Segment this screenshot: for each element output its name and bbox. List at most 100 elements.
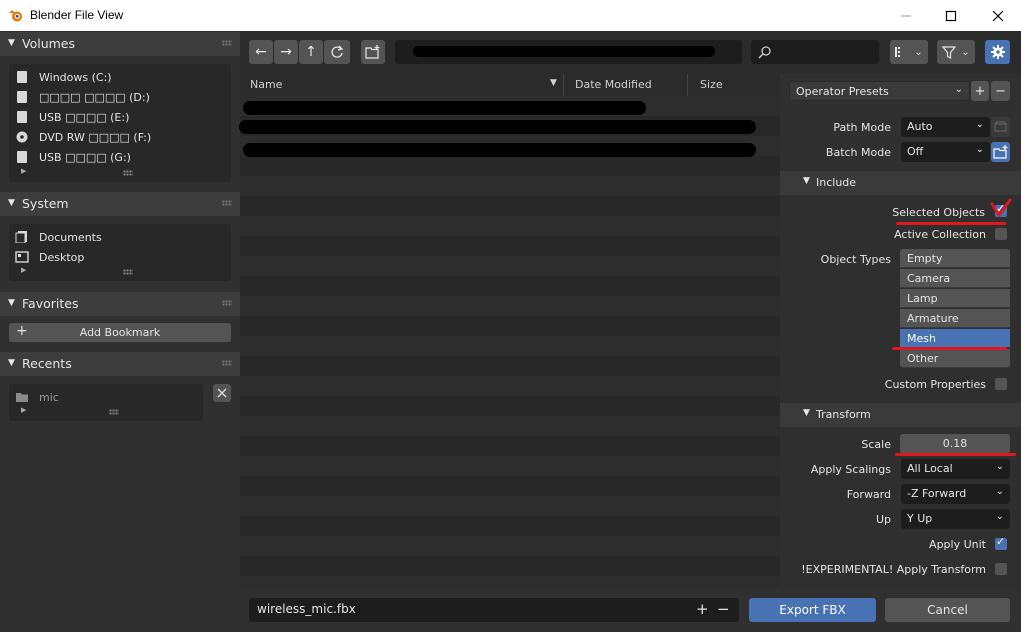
filter-dropdown[interactable]: ⌄ bbox=[937, 40, 975, 64]
up-value: Y Up bbox=[907, 512, 933, 525]
display-mode-dropdown[interactable]: ⌄ bbox=[890, 40, 928, 64]
new-folder-icon bbox=[365, 45, 380, 59]
recent-item-mic[interactable]: mic bbox=[15, 388, 59, 406]
chevron-down-icon: ⌄ bbox=[954, 84, 963, 95]
active-collection-checkbox[interactable] bbox=[995, 228, 1007, 240]
settings-toggle-button[interactable] bbox=[985, 40, 1010, 64]
resize-grip-icon[interactable] bbox=[123, 170, 133, 176]
minimize-icon bbox=[901, 15, 911, 16]
usb-drive-icon bbox=[17, 111, 27, 123]
folder-icon bbox=[16, 393, 28, 402]
batch-mode-dropdown[interactable]: Off ⌄ bbox=[901, 142, 990, 162]
embed-textures-toggle[interactable] bbox=[991, 117, 1010, 137]
sort-triangle-icon[interactable]: ▼ bbox=[550, 78, 557, 88]
volumes-panel-header[interactable]: ▼ Volumes bbox=[0, 32, 240, 56]
file-list[interactable] bbox=[239, 96, 780, 588]
filename-value: wireless_mic.fbx bbox=[257, 602, 356, 616]
resize-grip-icon[interactable] bbox=[109, 409, 119, 415]
collapse-triangle-icon: ▼ bbox=[8, 358, 15, 368]
desktop-icon bbox=[15, 251, 29, 263]
volume-item-g[interactable]: USB □□□□ (G:) bbox=[15, 148, 131, 166]
object-type-lamp[interactable]: Lamp bbox=[900, 289, 1010, 308]
object-type-armature[interactable]: Armature bbox=[900, 309, 1010, 328]
back-button[interactable]: ← bbox=[249, 40, 273, 64]
recents-list: mic ▶ bbox=[9, 384, 203, 421]
drag-grip-icon[interactable] bbox=[222, 200, 232, 206]
collapse-triangle-icon: ▼ bbox=[8, 198, 15, 208]
gear-icon bbox=[990, 45, 1005, 59]
maximize-button[interactable] bbox=[928, 0, 974, 31]
expand-triangle-icon[interactable]: ▶ bbox=[21, 266, 26, 274]
object-type-mesh[interactable]: Mesh bbox=[900, 329, 1010, 348]
forward-axis-dropdown[interactable]: -Z Forward ⌄ bbox=[901, 484, 1010, 504]
volumes-list: Windows (C:) □□□□ □□□□ (D:) USB □□□□ (E:… bbox=[9, 64, 231, 182]
object-type-camera[interactable]: Camera bbox=[900, 269, 1010, 288]
forward-button[interactable]: → bbox=[274, 40, 298, 64]
refresh-button[interactable] bbox=[324, 40, 350, 64]
apply-unit-checkbox[interactable] bbox=[995, 535, 1007, 550]
new-folder-icon bbox=[993, 145, 1008, 159]
custom-properties-checkbox[interactable] bbox=[995, 378, 1007, 390]
decrement-filename-button[interactable]: − bbox=[717, 600, 730, 618]
volume-item-e[interactable]: USB □□□□ (E:) bbox=[15, 108, 129, 126]
package-icon bbox=[994, 121, 1007, 132]
column-size[interactable]: Size bbox=[700, 78, 723, 91]
search-input[interactable] bbox=[751, 40, 879, 64]
resize-grip-icon[interactable] bbox=[123, 269, 133, 275]
favorites-panel-header[interactable]: ▼ Favorites bbox=[0, 292, 240, 316]
minimize-button[interactable] bbox=[883, 0, 929, 31]
column-name[interactable]: Name bbox=[250, 78, 282, 91]
cancel-button[interactable]: Cancel bbox=[885, 598, 1010, 622]
transform-section-header[interactable]: ▼ Transform bbox=[780, 403, 1021, 427]
up-axis-dropdown[interactable]: Y Up ⌄ bbox=[901, 509, 1010, 529]
volume-label: Windows (C:) bbox=[39, 70, 112, 84]
window-title: Blender File View bbox=[30, 8, 124, 22]
up-label: Up bbox=[875, 513, 891, 526]
expand-triangle-icon[interactable]: ▶ bbox=[21, 167, 26, 175]
red-annotation-underline bbox=[896, 222, 1006, 225]
include-title: Include bbox=[816, 176, 857, 189]
column-date-modified[interactable]: Date Modified bbox=[575, 78, 652, 91]
remove-recent-button[interactable] bbox=[213, 384, 231, 402]
close-window-button[interactable] bbox=[975, 0, 1021, 31]
object-type-empty[interactable]: Empty bbox=[900, 249, 1010, 268]
include-section-header[interactable]: ▼ Include bbox=[780, 171, 1021, 195]
system-panel-header[interactable]: ▼ System bbox=[0, 192, 240, 216]
apply-scalings-dropdown[interactable]: All Local ⌄ bbox=[901, 459, 1010, 479]
system-item-documents[interactable]: Documents bbox=[15, 228, 102, 246]
export-fbx-button[interactable]: Export FBX bbox=[749, 598, 876, 622]
chevron-down-icon: ⌄ bbox=[995, 461, 1004, 472]
close-icon bbox=[217, 388, 227, 398]
increment-filename-button[interactable]: + bbox=[696, 600, 709, 618]
drag-grip-icon[interactable] bbox=[222, 40, 232, 46]
filename-input[interactable]: wireless_mic.fbx + − bbox=[249, 598, 739, 622]
scale-input[interactable]: 0.18 bbox=[900, 434, 1010, 454]
volume-item-c[interactable]: Windows (C:) bbox=[15, 68, 112, 86]
volume-item-d[interactable]: □□□□ □□□□ (D:) bbox=[15, 88, 150, 106]
blender-logo-icon bbox=[9, 10, 22, 22]
remove-preset-button[interactable]: − bbox=[991, 81, 1010, 101]
object-type-other[interactable]: Other bbox=[900, 349, 1010, 368]
add-bookmark-button[interactable]: + Add Bookmark bbox=[9, 323, 231, 342]
drag-grip-icon[interactable] bbox=[222, 300, 232, 306]
add-preset-button[interactable]: + bbox=[971, 81, 989, 101]
expand-triangle-icon[interactable]: ▶ bbox=[21, 406, 26, 414]
new-directory-button[interactable] bbox=[361, 40, 385, 64]
volume-item-f[interactable]: DVD RW □□□□ (F:) bbox=[15, 128, 151, 146]
path-mode-dropdown[interactable]: Auto ⌄ bbox=[901, 117, 990, 137]
usb-drive-icon bbox=[17, 151, 27, 163]
favorites-title: Favorites bbox=[22, 296, 79, 311]
directory-path-input[interactable] bbox=[395, 40, 742, 64]
chevron-down-icon: ⌄ bbox=[975, 144, 984, 155]
apply-transform-checkbox[interactable] bbox=[995, 563, 1007, 575]
batch-own-dir-toggle[interactable] bbox=[991, 142, 1010, 162]
operator-presets-dropdown[interactable]: Operator Presets ⌄ bbox=[789, 81, 970, 101]
recents-panel-header[interactable]: ▼ Recents bbox=[0, 352, 240, 376]
drag-grip-icon[interactable] bbox=[222, 360, 232, 366]
column-divider bbox=[563, 74, 564, 96]
system-list: Documents Desktop ▶ bbox=[9, 224, 231, 281]
parent-directory-button[interactable]: ↑ bbox=[299, 40, 323, 64]
red-checkmark-annotation-icon bbox=[990, 198, 1012, 218]
system-item-desktop[interactable]: Desktop bbox=[15, 248, 84, 266]
close-icon bbox=[992, 10, 1004, 21]
